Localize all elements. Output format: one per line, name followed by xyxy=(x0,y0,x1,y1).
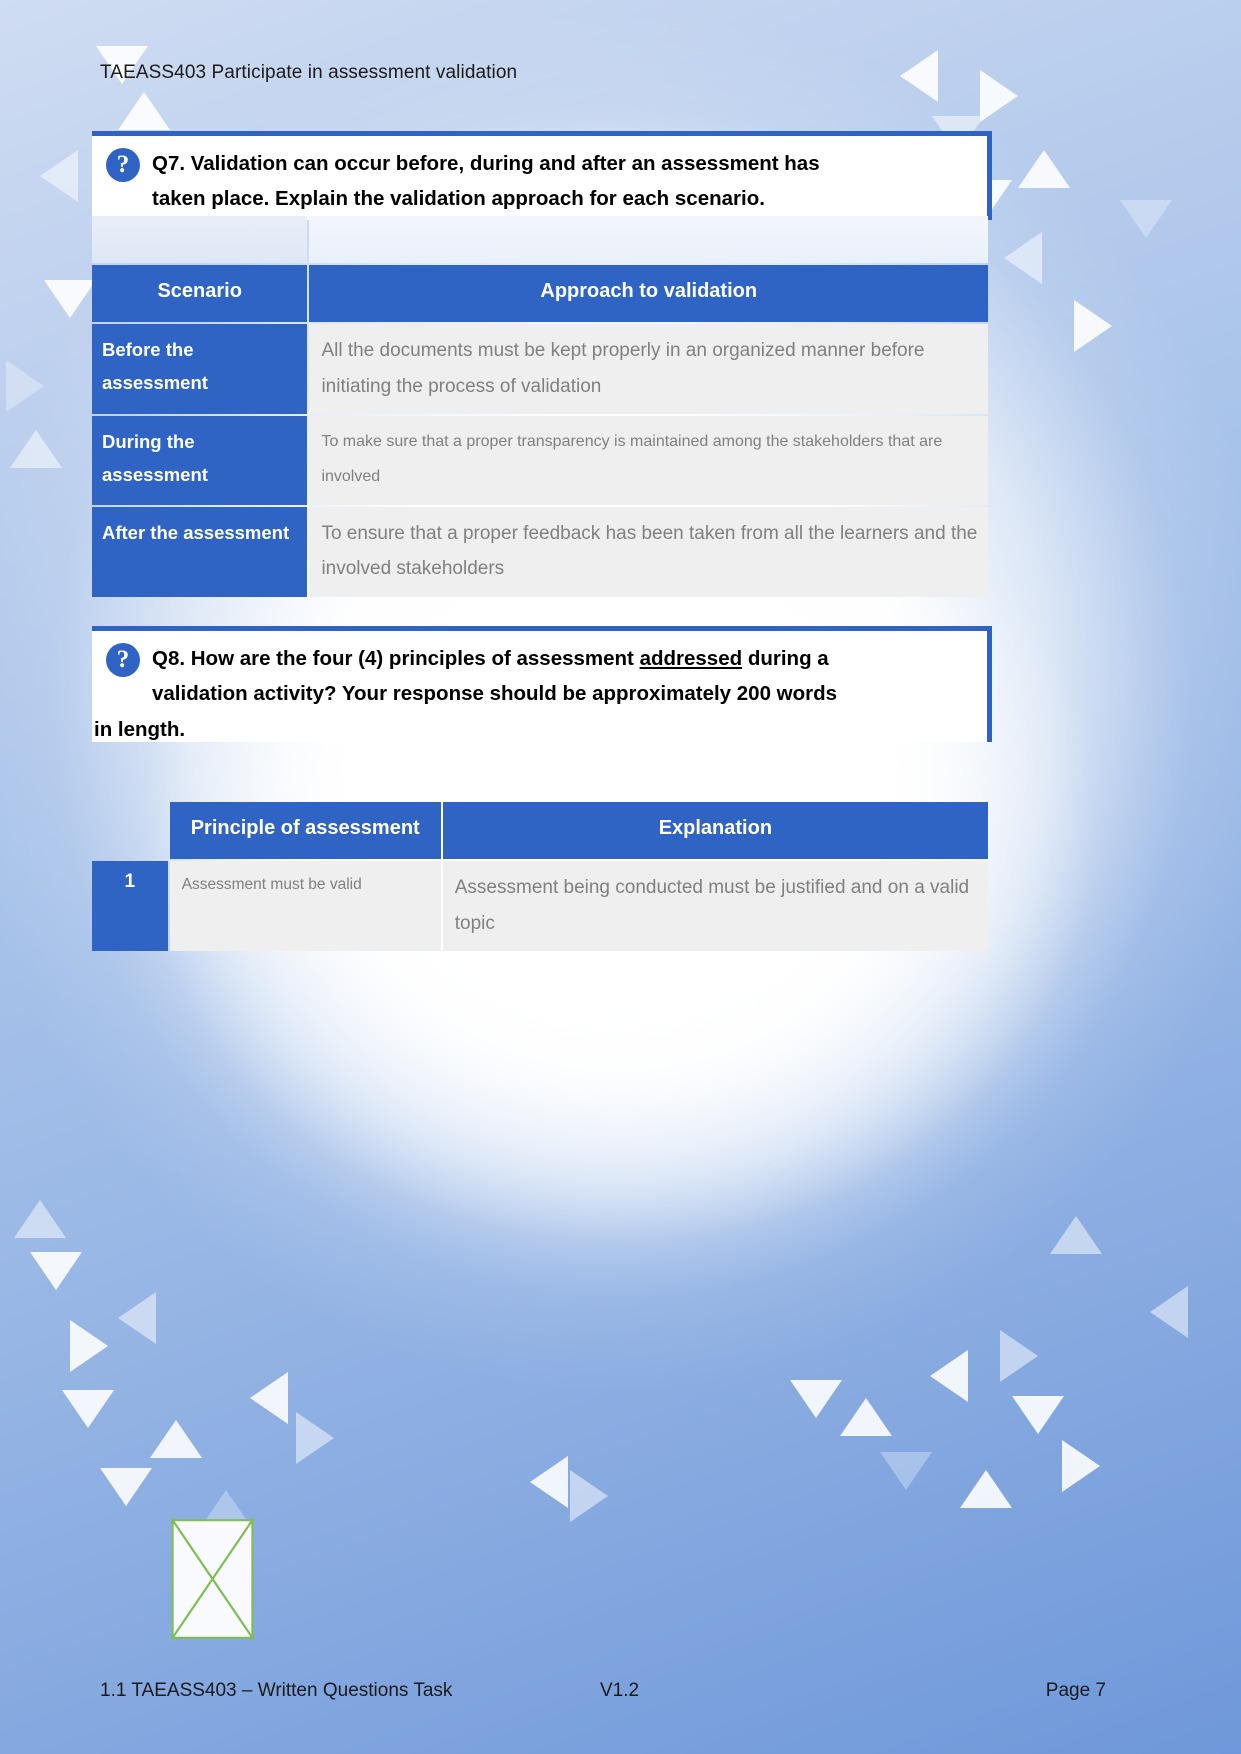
column-header-explanation: Explanation xyxy=(442,802,988,859)
row-number-1: 1 xyxy=(92,861,168,952)
table-q8: Principle of assessment Explanation 1 As… xyxy=(90,800,990,953)
row-header-before-assessment: Before the assessment xyxy=(92,324,308,415)
question-mark-icon: ? xyxy=(106,148,140,182)
page-footer: 1.1 TAEASS403 – Written Questions Task V… xyxy=(0,1634,1241,1754)
q8-underlined-word: addressed xyxy=(639,647,743,670)
question-callout-q7: ? Q7. Validation can occur before, durin… xyxy=(92,131,992,220)
page-title: TAEASS403 Participate in assessment vali… xyxy=(100,62,518,83)
column-header-approach: Approach to validation xyxy=(309,265,988,322)
cell-explanation-1[interactable]: Assessment being conducted must be justi… xyxy=(442,861,988,952)
q8-line-2: validation activity? Your response shoul… xyxy=(152,682,838,706)
table-header-row: Scenario Approach to validation xyxy=(92,265,988,322)
table-header-row: Principle of assessment Explanation xyxy=(92,802,988,859)
cell-approach-before[interactable]: All the documents must be kept properly … xyxy=(309,324,988,415)
row-header-during-assessment: During the assessment xyxy=(92,416,308,505)
header-spacer-cell xyxy=(92,802,168,859)
footer-page-number: Page 7 xyxy=(1045,1680,1106,1701)
column-header-scenario: Scenario xyxy=(92,265,308,322)
q8-line-1: Q8. How are the four (4) principles of a… xyxy=(152,641,973,676)
table-row: After the assessment To ensure that a pr… xyxy=(92,506,988,597)
blank-cell-left xyxy=(92,216,308,263)
table-q7: Scenario Approach to validation Before t… xyxy=(90,214,990,599)
cell-principle-1[interactable]: Assessment must be valid xyxy=(169,861,441,952)
q7-line-1: Q7. Validation can occur before, during … xyxy=(152,152,820,175)
table-row: Before the assessment All the documents … xyxy=(92,324,988,415)
row-header-after-assessment: After the assessment xyxy=(92,506,308,597)
q8-line-1-part-b: during a xyxy=(742,647,829,670)
question-text-q8: Q8. How are the four (4) principles of a… xyxy=(94,641,973,747)
cell-approach-after[interactable]: To ensure that a proper feedback has bee… xyxy=(309,506,988,597)
question-text-q7: Q7. Validation can occur before, during … xyxy=(152,146,973,217)
footer-version: V1.2 xyxy=(600,1680,640,1701)
q8-line-1-part-a: Q8. How are the four (4) principles of a… xyxy=(152,647,640,670)
table-row: During the assessment To make sure that … xyxy=(92,416,988,505)
cell-approach-during[interactable]: To make sure that a proper transparency … xyxy=(309,416,988,505)
column-header-principle: Principle of assessment xyxy=(169,802,441,859)
q7-line-2: taken place. Explain the validation appr… xyxy=(152,187,765,211)
q8-line-3: in length. xyxy=(94,717,186,741)
table-row: 1 Assessment must be valid Assessment be… xyxy=(92,861,988,952)
question-callout-q8: ? Q8. How are the four (4) principles of… xyxy=(92,626,992,742)
footer-document-name: 1.1 TAEASS403 – Written Questions Task xyxy=(100,1680,453,1701)
question-mark-icon: ? xyxy=(106,643,140,677)
table-row-spacer xyxy=(92,216,988,263)
blank-cell-right xyxy=(309,216,988,263)
